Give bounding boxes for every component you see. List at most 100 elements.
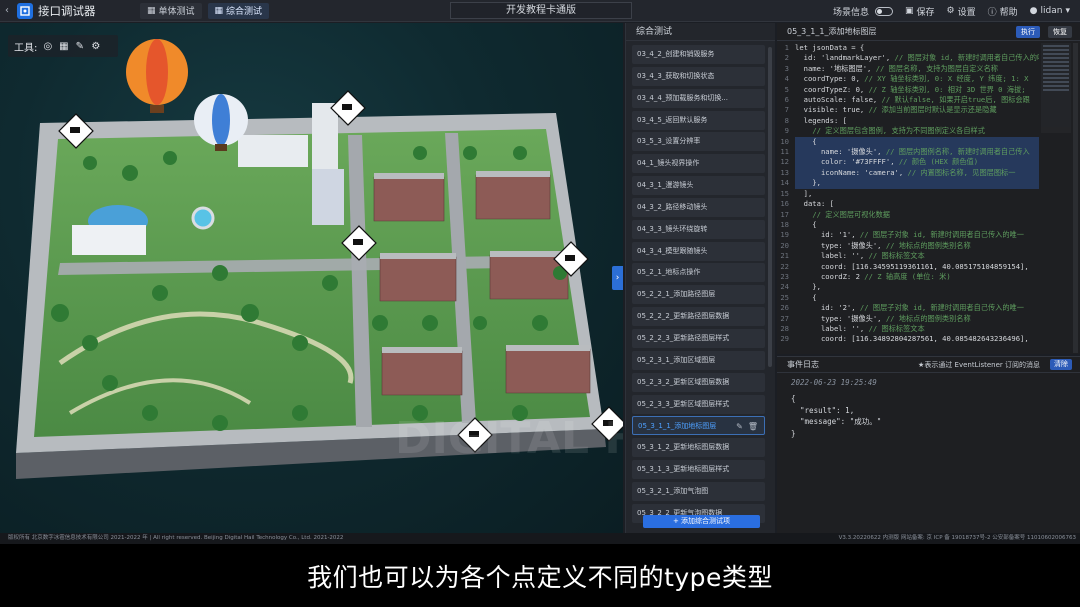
code-editor-panel: 05_3_1_1_添加地标图层 执行 恢复 1 let jsonData = { 2…: [777, 23, 1080, 354]
version-text: V3.3.20220622 内测版 网站备案: 京 ICP 备 19018737…: [838, 535, 1076, 541]
list-item[interactable]: 05_2_2_3_更新路径图层样式: [632, 328, 765, 348]
point-select-icon[interactable]: ◎: [42, 41, 53, 52]
list-item[interactable]: 05_2_3_3_更新区域图层样式: [632, 394, 765, 414]
code-text: legends: [: [795, 115, 847, 125]
list-item[interactable]: 04_3_4_模型跟随镜头: [632, 241, 765, 261]
line-number: 23: [780, 271, 789, 281]
line-number: 18: [780, 219, 789, 229]
edit-icon[interactable]: ✎: [736, 417, 743, 434]
pencil-icon[interactable]: ✎: [74, 41, 85, 52]
line-number: 14: [780, 178, 789, 188]
list-item-label: 05_2_2_3_更新路径图层样式: [637, 333, 730, 342]
list-item[interactable]: 05_2_2_2_更新路径图层数据: [632, 307, 765, 327]
code-text: label: '', // 图标标签文本: [795, 323, 925, 333]
code-text: color: '#73FFFF', // 颜色 (HEX 颜色值): [795, 157, 1039, 168]
line-number: 24: [780, 282, 789, 292]
list-item-label: 05_2_2_2_更新路径图层数据: [637, 312, 730, 321]
line-number: 6: [784, 95, 789, 105]
line-number: 25: [780, 292, 789, 302]
list-item[interactable]: 03_5_3_设置分辨率: [632, 132, 765, 152]
line-number: 1: [784, 43, 789, 52]
delete-icon[interactable]: 🗑: [748, 417, 758, 434]
code-editor-header: 05_3_1_1_添加地标图层 执行 恢复: [777, 23, 1080, 41]
list-item-label: 04_3_1_漫游镜头: [637, 181, 694, 190]
code-editor-title: 05_3_1_1_添加地标图层: [787, 27, 877, 36]
list-item[interactable]: 05_2_3_2_更新区域图层数据: [632, 372, 765, 392]
event-log-panel: 事件日志 ★表示通过 EventListener 订阅的消息 清除 2022-0…: [777, 356, 1080, 533]
code-line: 10 {: [777, 136, 1039, 148]
clear-log-button[interactable]: 清除: [1050, 359, 1072, 370]
box-select-icon[interactable]: ▦: [58, 41, 69, 52]
list-item[interactable]: 05_2_3_1_添加区域图层: [632, 350, 765, 370]
help-button[interactable]: ⓘ 帮助: [988, 5, 1018, 18]
list-item[interactable]: 04_3_1_漫游镜头: [632, 176, 765, 196]
list-item-label: 05_2_3_3_更新区域图层样式: [637, 399, 730, 408]
panel-title: 综合测试: [626, 23, 775, 41]
event-timestamp: 2022-06-23 19:25:49: [791, 378, 877, 387]
event-log-header: 事件日志 ★表示通过 EventListener 订阅的消息 清除: [777, 357, 1080, 373]
list-item[interactable]: 03_4_2_创建和销毁服务: [632, 45, 765, 64]
run-button[interactable]: 执行: [1016, 26, 1040, 38]
tab-integrated-test[interactable]: ▦ 综合测试: [207, 2, 270, 19]
save-button[interactable]: ▣ 保存: [905, 5, 935, 18]
list-item[interactable]: 05_3_1_3_更新地标图层样式: [632, 460, 765, 480]
line-number: 26: [780, 303, 789, 313]
chevron-right-icon: ›: [615, 273, 620, 283]
help-icon: ⓘ: [987, 7, 997, 18]
code-line: 3 name: '地标图层', // 图层名称, 支持为图层自定义名称: [777, 64, 1039, 74]
list-item-label: 05_2_3_1_添加区域图层: [637, 355, 716, 364]
code-text: coord: [116.34892804287561, 40.085482643…: [795, 334, 1029, 344]
line-number: 2: [784, 53, 789, 63]
line-number: 7: [784, 105, 789, 115]
back-icon[interactable]: ‹: [0, 5, 14, 16]
list-item[interactable]: 04_1_镜头视界操作: [632, 154, 765, 174]
list-item[interactable]: 04_3_3_镜头环绕旋转: [632, 219, 765, 239]
code-text: id: 'landmarkLayer', // 图层对象 id, 新建时调用者自…: [795, 53, 1039, 63]
list-item-label: 03_4_3_获取和切换状态: [637, 71, 715, 80]
code-text: iconName: 'camera', // 内置图标名称, 见图层图标一: [795, 167, 1039, 179]
code-line: 23 coordZ: 2 // Z 轴高度 (单位: 米): [777, 272, 1039, 282]
settings-button[interactable]: ⚙ 设置: [947, 5, 976, 18]
scene-info-toggle[interactable]: 场景信息: [833, 5, 894, 18]
list-item[interactable]: 05_3_1_1_添加地标图层 ✎ 🗑: [632, 416, 765, 436]
code-text: // 定义图层可视化数据: [812, 209, 890, 219]
code-text: {: [795, 292, 817, 302]
list-item[interactable]: 05_2_1_地标点操作: [632, 263, 765, 283]
user-menu[interactable]: ● lidan ▾: [1030, 6, 1070, 16]
code-minimap[interactable]: [1041, 43, 1071, 133]
code-line: 8 legends: [: [777, 116, 1039, 126]
code-text: let jsonData = {: [795, 43, 865, 52]
reset-button[interactable]: 恢复: [1048, 26, 1072, 38]
code-line: 13 iconName: 'camera', // 内置图标名称, 见图层图标一: [777, 167, 1039, 179]
list-item[interactable]: 05_2_2_1_添加路径图层: [632, 285, 765, 305]
list-item[interactable]: 04_3_2_路径移动镜头: [632, 197, 765, 217]
collapse-panel-button[interactable]: ›: [612, 266, 623, 290]
list-item[interactable]: 03_4_4_预加载服务和切换...: [632, 88, 765, 108]
code-text: },: [795, 178, 1039, 189]
list-item-label: 05_3_1_2_更新地标图层数据: [637, 443, 730, 452]
code-scrollbar[interactable]: [1073, 43, 1078, 353]
list-item[interactable]: 03_4_3_获取和切换状态: [632, 66, 765, 86]
tools-label: 工具:: [14, 42, 38, 54]
project-title[interactable]: 开发教程卡通版: [450, 2, 632, 19]
list-item[interactable]: 05_3_1_2_更新地标图层数据: [632, 438, 765, 458]
list-item-label: 05_2_3_2_更新区域图层数据: [637, 377, 730, 386]
code-editor[interactable]: 1 let jsonData = { 2 id: 'landmarkLayer', …: [777, 43, 1039, 353]
list-scrollbar[interactable]: [768, 47, 772, 367]
code-line: 15 ],: [777, 189, 1039, 199]
event-log-title: 事件日志: [787, 360, 819, 369]
list-item[interactable]: 03_4_5_返回默认服务: [632, 110, 765, 130]
line-number: 28: [780, 323, 789, 333]
add-test-item-button[interactable]: + 添加综合测试项: [643, 515, 760, 528]
list-item[interactable]: 05_3_2_1_添加气泡图: [632, 481, 765, 501]
tool-settings-icon[interactable]: ⚙: [90, 41, 101, 52]
chevron-down-icon: ▾: [1065, 6, 1070, 16]
tab-single-test[interactable]: ▦ 单体测试: [140, 2, 202, 19]
list-item-label: 04_3_2_路径移动镜头: [637, 202, 708, 211]
toggle-switch[interactable]: [875, 6, 894, 16]
3d-scene-viewport[interactable]: DIGITAL HAIL 工具: ◎ ▦ ✎ ⚙ ›: [0, 23, 623, 533]
code-line: 27 type: '摄像头', // 地标点的图例类别名称: [777, 314, 1039, 324]
list-item-label: 03_4_2_创建和销毁服务: [637, 50, 715, 58]
copyright-text: 版权所有 北京数字冰雹信息技术有限公司 2021-2022 年 | All ri…: [8, 535, 344, 541]
list-item-label: 04_3_3_镜头环绕旋转: [637, 224, 708, 233]
